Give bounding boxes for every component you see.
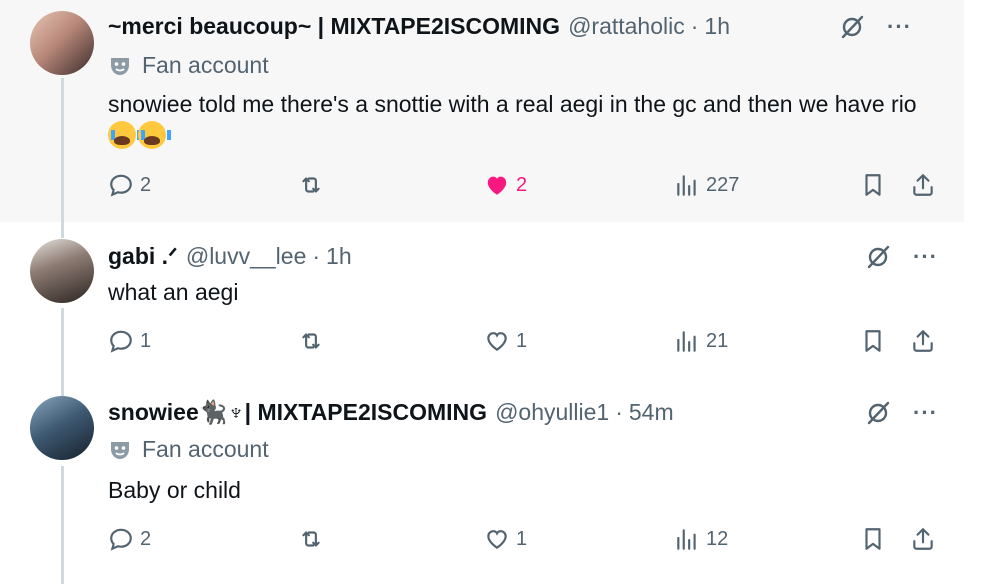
- tweet-text: snowiee told me there's a snottie with a…: [108, 88, 948, 152]
- reply-button[interactable]: 2: [108, 172, 151, 198]
- mask-icon: [111, 57, 129, 75]
- separator: ·: [690, 13, 699, 39]
- share-button[interactable]: [910, 526, 942, 552]
- loudly-crying-face-icon: [108, 121, 141, 149]
- tweet-top-icons: ···: [865, 244, 938, 270]
- views-icon: [677, 529, 696, 550]
- like-count: 1: [516, 329, 528, 352]
- loudly-crying-face-icon: [138, 121, 171, 149]
- reply-icon: [110, 528, 132, 551]
- grok-slash-icon[interactable]: [839, 14, 865, 40]
- display-name[interactable]: ~merci beaucoup~ | MIXTAPE2ISCOMING: [108, 12, 560, 40]
- avatar[interactable]: [30, 396, 94, 460]
- separator: ·: [312, 243, 321, 269]
- views-button[interactable]: 12: [674, 526, 728, 552]
- action-bar: 2 1 12: [108, 526, 936, 556]
- heart-icon: [487, 176, 507, 195]
- timestamp[interactable]: 1h: [326, 242, 352, 270]
- retweet-button[interactable]: [298, 172, 330, 198]
- reply-button[interactable]: 1: [108, 328, 151, 354]
- bookmark-icon: [865, 528, 881, 550]
- tweet-header: snowiee🐈‍⬛♆| MIXTAPE2ISCOMING @ohyullie1…: [108, 398, 674, 426]
- timestamp[interactable]: 1h: [704, 12, 730, 40]
- bookmark-icon: [865, 174, 881, 196]
- reply-count: 2: [140, 527, 152, 550]
- view-count: 21: [706, 329, 729, 352]
- action-bar: 1 1 21: [108, 328, 936, 358]
- share-button[interactable]: [910, 172, 942, 198]
- avatar[interactable]: [30, 11, 94, 75]
- more-icon[interactable]: ···: [913, 400, 938, 426]
- label-text: Fan account: [142, 52, 269, 78]
- reply-count: 1: [140, 329, 152, 352]
- reply-button[interactable]: 2: [108, 526, 151, 552]
- retweet-icon: [302, 333, 320, 349]
- views-button[interactable]: 227: [674, 172, 739, 198]
- share-icon: [913, 174, 933, 196]
- tweet-top-icons: ···: [839, 14, 912, 40]
- views-icon: [677, 331, 696, 352]
- bookmark-button[interactable]: [860, 172, 892, 198]
- grok-slash-icon[interactable]: [865, 244, 891, 270]
- heart-icon: [487, 332, 507, 351]
- display-name[interactable]: snowiee🐈‍⬛♆| MIXTAPE2ISCOMING: [108, 398, 487, 426]
- view-count: 12: [706, 527, 729, 550]
- tweet-3[interactable]: snowiee🐈‍⬛♆| MIXTAPE2ISCOMING @ohyullie1…: [0, 390, 990, 584]
- fan-account-label: Fan account: [108, 436, 269, 463]
- retweet-button[interactable]: [298, 526, 330, 552]
- reply-count: 2: [140, 173, 152, 196]
- fan-account-label: Fan account: [108, 52, 269, 79]
- share-icon: [913, 330, 933, 352]
- action-bar: 2 2 227: [108, 172, 936, 202]
- retweet-button[interactable]: [298, 328, 330, 354]
- bookmark-button[interactable]: [860, 328, 892, 354]
- separator: ·: [615, 399, 623, 425]
- tweet-top-icons: ···: [865, 400, 938, 426]
- like-count: 1: [516, 527, 528, 550]
- thread-line: [61, 78, 64, 222]
- label-text: Fan account: [142, 436, 269, 462]
- like-button[interactable]: 2: [484, 172, 527, 198]
- grok-slash-icon[interactable]: [865, 400, 891, 426]
- mask-icon: [111, 441, 129, 459]
- share-icon: [913, 528, 933, 550]
- reply-icon: [110, 330, 132, 353]
- tweet-text: what an aegi: [108, 279, 239, 305]
- tweet-header: gabi .ᐟ @luvv__lee · 1h: [108, 242, 352, 270]
- tweet-2[interactable]: gabi .ᐟ @luvv__lee · 1h ··· what an aegi…: [0, 222, 990, 390]
- thread-line: [61, 466, 64, 584]
- timestamp[interactable]: 54m: [629, 398, 674, 426]
- retweet-icon: [302, 177, 320, 193]
- share-button[interactable]: [910, 328, 942, 354]
- view-count: 227: [706, 173, 740, 196]
- tweet-header: ~merci beaucoup~ | MIXTAPE2ISCOMING @rat…: [108, 12, 730, 40]
- tweet-text-content: snowiee told me there's a snottie with a…: [108, 91, 917, 117]
- views-button[interactable]: 21: [674, 328, 728, 354]
- tweet-text: Baby or child: [108, 477, 241, 503]
- username[interactable]: @rattaholic: [568, 12, 685, 40]
- views-icon: [677, 175, 696, 196]
- reply-icon: [110, 174, 132, 197]
- like-count: 2: [516, 173, 528, 196]
- tweet-1[interactable]: ~merci beaucoup~ | MIXTAPE2ISCOMING @rat…: [0, 0, 964, 222]
- username[interactable]: @luvv__lee: [186, 242, 307, 270]
- like-button[interactable]: 1: [484, 526, 527, 552]
- thread-line: [61, 308, 64, 390]
- bookmark-button[interactable]: [860, 526, 892, 552]
- display-name[interactable]: gabi .ᐟ: [108, 242, 178, 270]
- thread-line: [61, 222, 64, 238]
- username[interactable]: @ohyullie1: [495, 398, 609, 426]
- heart-icon: [487, 530, 507, 549]
- more-icon[interactable]: ···: [887, 14, 912, 40]
- avatar[interactable]: [30, 239, 94, 303]
- like-button[interactable]: 1: [484, 328, 527, 354]
- bookmark-icon: [865, 330, 881, 352]
- retweet-icon: [302, 531, 320, 547]
- more-icon[interactable]: ···: [913, 244, 938, 270]
